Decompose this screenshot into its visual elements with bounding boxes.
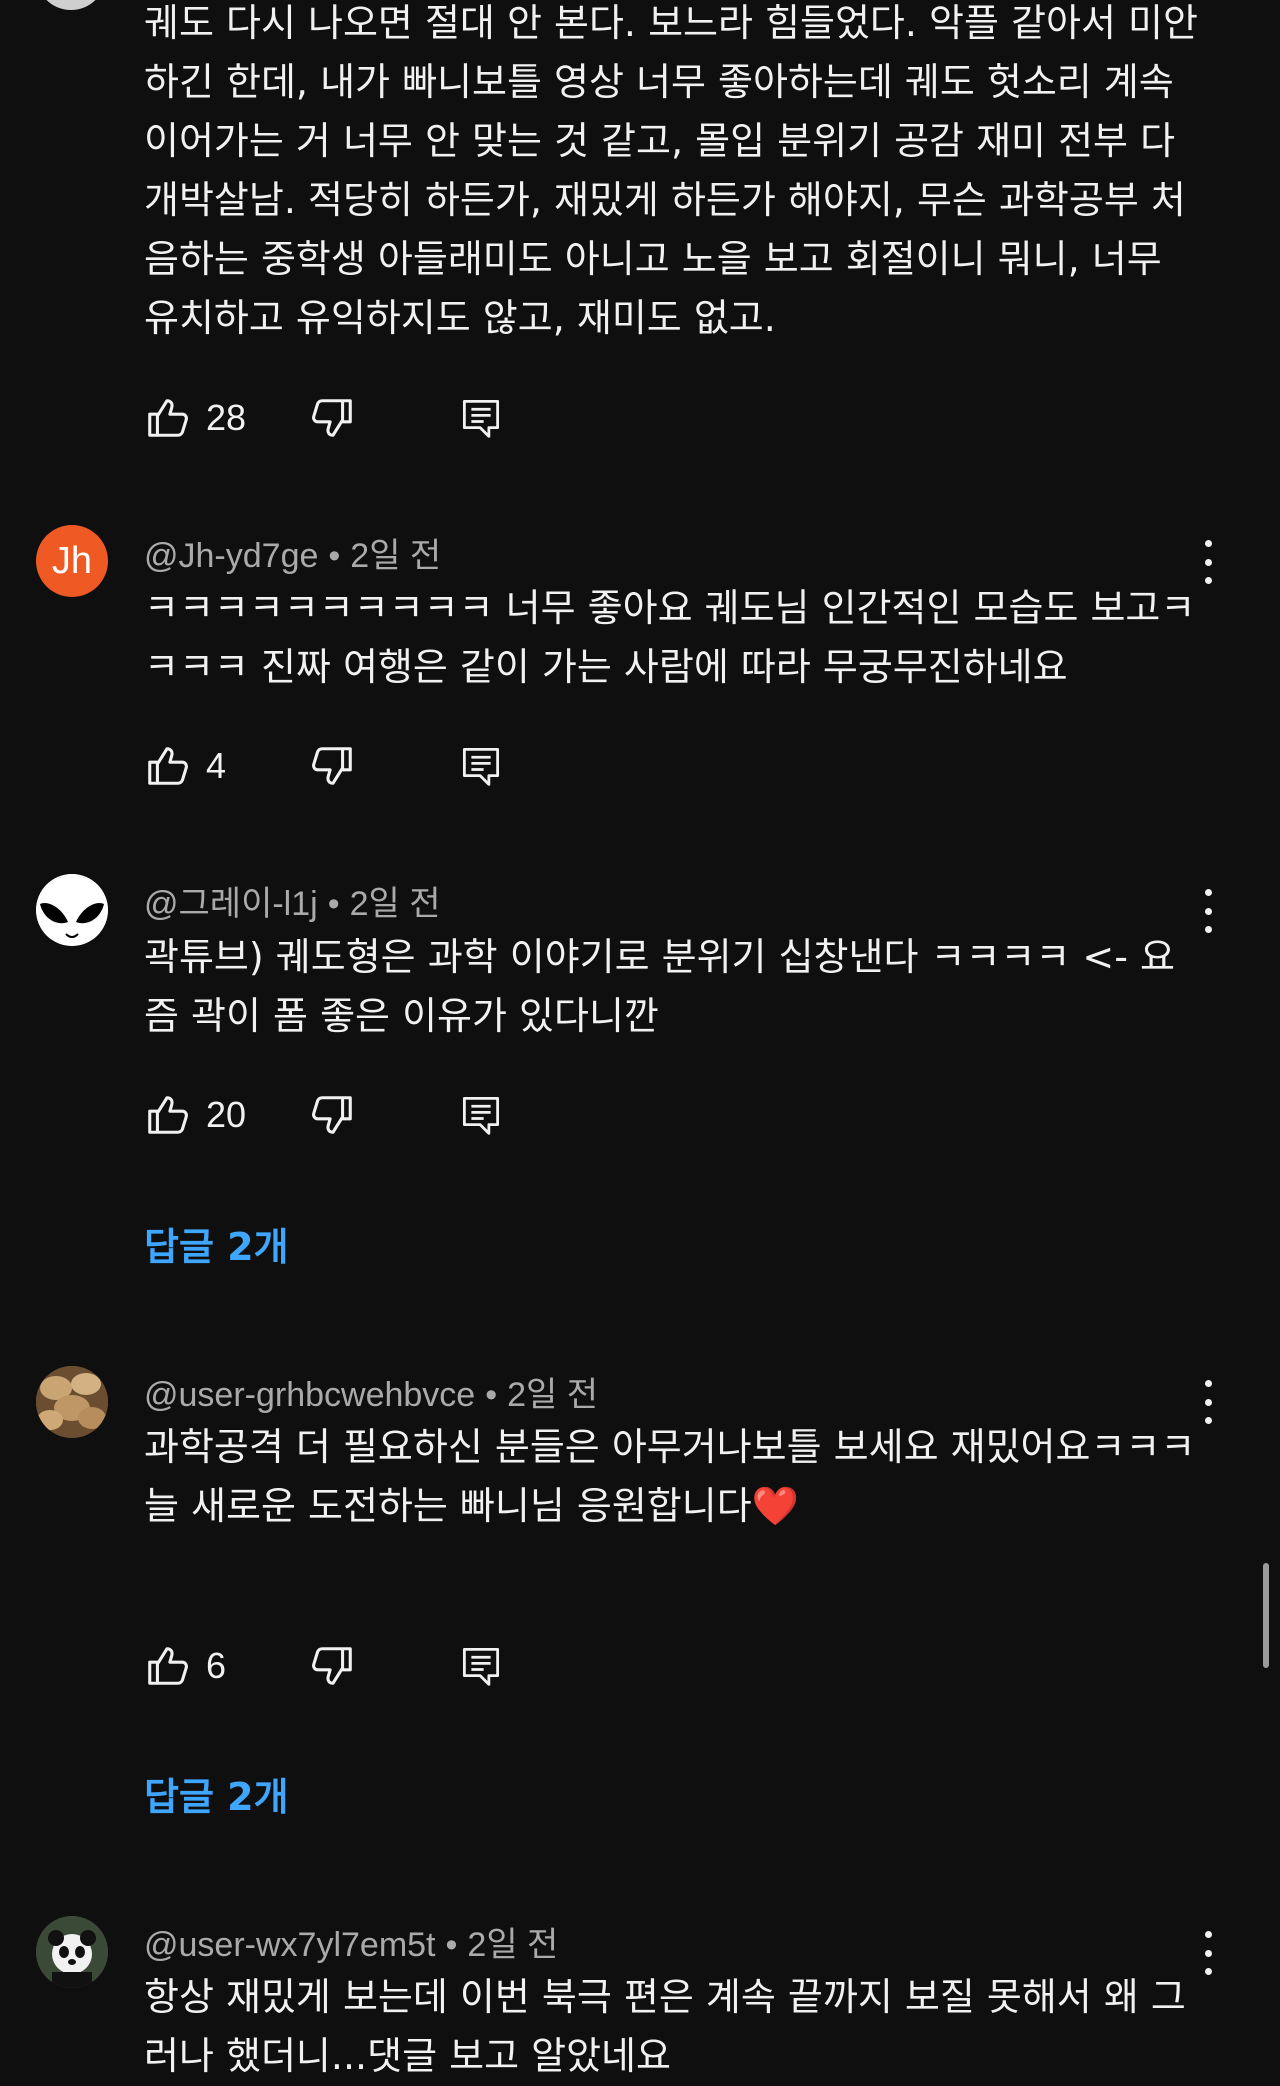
scrollbar[interactable] <box>1263 1563 1269 1668</box>
thumbs-down-icon <box>310 743 356 789</box>
reply-button[interactable] <box>460 393 502 443</box>
comment-author[interactable]: @그레이-l1j <box>144 885 318 923</box>
thumbs-up-icon <box>144 395 190 441</box>
dislike-button[interactable] <box>310 1641 356 1691</box>
dislike-button[interactable] <box>310 1090 356 1140</box>
separator-dot: • <box>327 885 340 923</box>
heart-emoji: ❤️ <box>751 1484 800 1528</box>
more-vertical-icon[interactable] <box>1196 889 1220 933</box>
view-replies-link[interactable]: 답글 2개 <box>144 1216 289 1271</box>
reply-comment-icon <box>460 395 502 441</box>
thumbs-up-icon <box>144 1092 190 1138</box>
comment-text: 궤도 다시 나오면 절대 안 본다. 보느라 힘들었다. 악플 같아서 미안하긴… <box>144 1 1198 340</box>
potato-avatar-icon <box>36 1366 108 1438</box>
like-count: 4 <box>206 745 227 786</box>
like-button[interactable]: 20 <box>144 1090 246 1140</box>
panda-avatar-icon <box>36 1916 108 1988</box>
like-count: 28 <box>206 397 247 438</box>
thumbs-up-icon <box>144 743 190 789</box>
comment-text: 항상 재밌게 보는데 이번 북극 편은 계속 끝까지 보질 못해서 왜 그러나 … <box>144 1975 1186 2078</box>
like-count: 20 <box>206 1094 247 1135</box>
reply-comment-icon <box>460 1643 502 1689</box>
comment-header: @그레이-l1j • 2일 전 <box>144 876 441 925</box>
dislike-button[interactable] <box>310 741 356 791</box>
comment-text: 곽튜브) 궤도형은 과학 이야기로 분위기 십창낸다 ㅋㅋㅋㅋ <- 요즘 곽이… <box>144 935 1176 1038</box>
thumbs-down-icon <box>310 1643 356 1689</box>
like-button[interactable]: 6 <box>144 1641 226 1691</box>
comment-time[interactable]: 2일 전 <box>467 1926 558 1964</box>
avatar[interactable] <box>36 1366 108 1438</box>
comment-author[interactable]: @user-grhbcwehbvce <box>144 1376 475 1414</box>
comment-header: @user-grhbcwehbvce • 2일 전 <box>144 1367 598 1416</box>
comment-actions: 6 <box>144 1641 544 1691</box>
comment-time[interactable]: 2일 전 <box>350 885 441 923</box>
comment-actions: 4 <box>144 741 544 791</box>
more-vertical-icon[interactable] <box>1196 540 1220 584</box>
thumbs-up-icon <box>144 1643 190 1689</box>
avatar[interactable]: Jh <box>36 525 108 597</box>
avatar[interactable] <box>36 874 108 946</box>
alien-avatar-icon <box>36 874 108 946</box>
comment-header: @user-wx7yl7em5t • 2일 전 <box>144 1917 558 1966</box>
separator-dot: • <box>445 1926 458 1964</box>
comment-author[interactable]: @Jh-yd7ge <box>144 537 318 575</box>
view-replies-link[interactable]: 답글 2개 <box>144 1766 289 1821</box>
avatar[interactable] <box>36 1916 108 1988</box>
comment-time[interactable]: 2일 전 <box>350 537 441 575</box>
separator-dot: • <box>485 1376 498 1414</box>
comment-text-line: 늘 새로운 도전하는 빠니님 응원합니다❤️ <box>144 1484 800 1528</box>
comment-text: ㅋㅋㅋㅋㅋㅋㅋㅋㅋㅋ 너무 좋아요 궤도님 인간적인 모습도 보고ㅋㅋㅋㅋ 진짜… <box>144 586 1196 689</box>
separator-dot: • <box>328 537 341 575</box>
reply-comment-icon <box>460 743 502 789</box>
avatar-initials: Jh <box>51 540 93 582</box>
reply-button[interactable] <box>460 1090 502 1140</box>
reply-comment-icon <box>460 1092 502 1138</box>
comment-header: @Jh-yd7ge • 2일 전 <box>144 528 441 577</box>
dislike-button[interactable] <box>310 393 356 443</box>
reply-button[interactable] <box>460 1641 502 1691</box>
comment-author[interactable]: @user-wx7yl7em5t <box>144 1926 436 1964</box>
comment-text-line: 과학공격 더 필요하신 분들은 아무거나보틀 보세요 재밌어요ㅋㅋㅋ <box>144 1425 1196 1469</box>
like-button[interactable]: 4 <box>144 741 226 791</box>
comment-time[interactable]: 2일 전 <box>507 1376 598 1414</box>
thumbs-down-icon <box>310 1092 356 1138</box>
comment-text: 과학공격 더 필요하신 분들은 아무거나보틀 보세요 재밌어요ㅋㅋㅋ 늘 새로운 … <box>144 1418 1200 1536</box>
like-button[interactable]: 28 <box>144 393 246 443</box>
avatar[interactable] <box>36 0 106 10</box>
comment-actions: 28 <box>144 393 544 443</box>
thumbs-down-icon <box>310 395 356 441</box>
comment-actions: 20 <box>144 1090 544 1140</box>
reply-button[interactable] <box>460 741 502 791</box>
like-count: 6 <box>206 1645 227 1686</box>
